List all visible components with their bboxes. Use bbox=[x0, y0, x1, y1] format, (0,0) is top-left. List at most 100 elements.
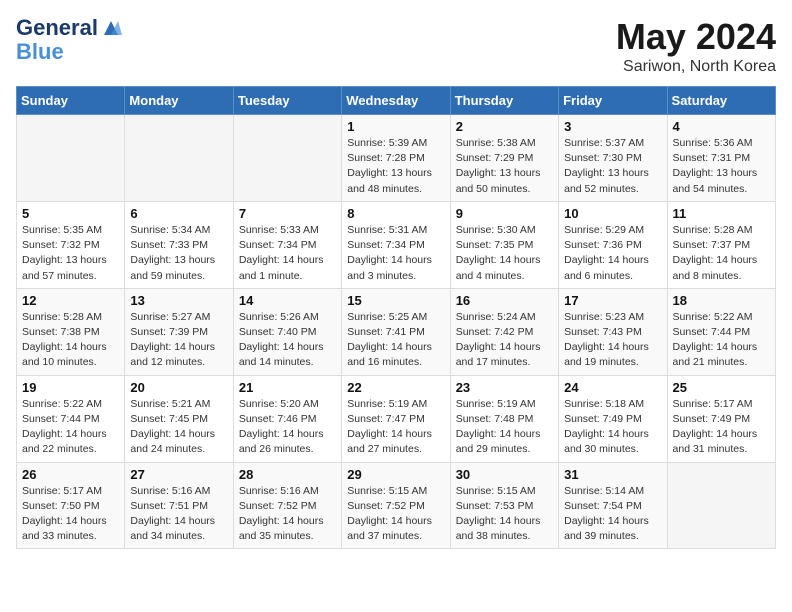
day-cell: 16 Sunrise: 5:24 AMSunset: 7:42 PMDayligh… bbox=[450, 288, 558, 375]
logo: General Blue bbox=[16, 16, 122, 64]
day-number: 19 bbox=[22, 380, 119, 395]
col-header-thursday: Thursday bbox=[450, 87, 558, 115]
day-number: 2 bbox=[456, 119, 553, 134]
day-cell: 21 Sunrise: 5:20 AMSunset: 7:46 PMDayligh… bbox=[233, 375, 341, 462]
day-cell: 25 Sunrise: 5:17 AMSunset: 7:49 PMDayligh… bbox=[667, 375, 775, 462]
day-info: Sunrise: 5:30 AMSunset: 7:35 PMDaylight:… bbox=[456, 223, 553, 284]
day-cell: 29 Sunrise: 5:15 AMSunset: 7:52 PMDayligh… bbox=[342, 462, 450, 549]
day-number: 31 bbox=[564, 467, 661, 482]
day-number: 29 bbox=[347, 467, 444, 482]
col-header-monday: Monday bbox=[125, 87, 233, 115]
day-cell bbox=[233, 115, 341, 202]
logo-text-general: General bbox=[16, 16, 98, 40]
logo-icon bbox=[100, 17, 122, 39]
day-cell: 22Sunrise: 5:19 AMSunset: 7:47 PMDayligh… bbox=[342, 375, 450, 462]
col-header-saturday: Saturday bbox=[667, 87, 775, 115]
day-info: Sunrise: 5:18 AMSunset: 7:49 PMDaylight:… bbox=[564, 397, 661, 458]
header: General Blue May 2024 Sariwon, North Kor… bbox=[16, 16, 776, 76]
day-cell: 5 Sunrise: 5:35 AMSunset: 7:32 PMDaylight… bbox=[17, 201, 125, 288]
day-info: Sunrise: 5:28 AMSunset: 7:38 PMDaylight:… bbox=[22, 310, 119, 371]
day-number: 22 bbox=[347, 380, 444, 395]
day-number: 16 bbox=[456, 293, 553, 308]
calendar-header-row: SundayMondayTuesdayWednesdayThursdayFrid… bbox=[17, 87, 776, 115]
day-number: 18 bbox=[673, 293, 770, 308]
day-info: Sunrise: 5:20 AMSunset: 7:46 PMDaylight:… bbox=[239, 397, 336, 458]
day-cell: 27 Sunrise: 5:16 AMSunset: 7:51 PMDayligh… bbox=[125, 462, 233, 549]
day-number: 13 bbox=[130, 293, 227, 308]
day-cell: 12 Sunrise: 5:28 AMSunset: 7:38 PMDayligh… bbox=[17, 288, 125, 375]
day-number: 5 bbox=[22, 206, 119, 221]
day-info: Sunrise: 5:19 AMSunset: 7:48 PMDaylight:… bbox=[456, 397, 553, 458]
day-cell: 14 Sunrise: 5:26 AMSunset: 7:40 PMDayligh… bbox=[233, 288, 341, 375]
day-info: Sunrise: 5:25 AMSunset: 7:41 PMDaylight:… bbox=[347, 310, 444, 371]
day-info: Sunrise: 5:22 AMSunset: 7:44 PMDaylight:… bbox=[22, 397, 119, 458]
day-cell: 2Sunrise: 5:38 AMSunset: 7:29 PMDaylight… bbox=[450, 115, 558, 202]
day-cell bbox=[17, 115, 125, 202]
day-cell: 6 Sunrise: 5:34 AMSunset: 7:33 PMDaylight… bbox=[125, 201, 233, 288]
day-cell: 17 Sunrise: 5:23 AMSunset: 7:43 PMDayligh… bbox=[559, 288, 667, 375]
day-info: Sunrise: 5:26 AMSunset: 7:40 PMDaylight:… bbox=[239, 310, 336, 371]
day-info: Sunrise: 5:15 AMSunset: 7:53 PMDaylight:… bbox=[456, 484, 553, 545]
day-number: 27 bbox=[130, 467, 227, 482]
day-cell: 8 Sunrise: 5:31 AMSunset: 7:34 PMDaylight… bbox=[342, 201, 450, 288]
day-cell: 9 Sunrise: 5:30 AMSunset: 7:35 PMDaylight… bbox=[450, 201, 558, 288]
day-number: 14 bbox=[239, 293, 336, 308]
day-info: Sunrise: 5:23 AMSunset: 7:43 PMDaylight:… bbox=[564, 310, 661, 371]
day-cell: 3Sunrise: 5:37 AMSunset: 7:30 PMDaylight… bbox=[559, 115, 667, 202]
day-number: 12 bbox=[22, 293, 119, 308]
day-number: 4 bbox=[673, 119, 770, 134]
day-info: Sunrise: 5:17 AMSunset: 7:49 PMDaylight:… bbox=[673, 397, 770, 458]
day-info: Sunrise: 5:15 AMSunset: 7:52 PMDaylight:… bbox=[347, 484, 444, 545]
col-header-friday: Friday bbox=[559, 87, 667, 115]
day-number: 28 bbox=[239, 467, 336, 482]
day-cell: 24 Sunrise: 5:18 AMSunset: 7:49 PMDayligh… bbox=[559, 375, 667, 462]
day-cell: 20 Sunrise: 5:21 AMSunset: 7:45 PMDayligh… bbox=[125, 375, 233, 462]
day-number: 20 bbox=[130, 380, 227, 395]
day-number: 10 bbox=[564, 206, 661, 221]
day-number: 15 bbox=[347, 293, 444, 308]
day-number: 17 bbox=[564, 293, 661, 308]
day-cell: 1 Sunrise: 5:39 AMSunset: 7:28 PMDaylight… bbox=[342, 115, 450, 202]
day-number: 9 bbox=[456, 206, 553, 221]
day-info: Sunrise: 5:17 AMSunset: 7:50 PMDaylight:… bbox=[22, 484, 119, 545]
day-cell: 30 Sunrise: 5:15 AMSunset: 7:53 PMDayligh… bbox=[450, 462, 558, 549]
col-header-tuesday: Tuesday bbox=[233, 87, 341, 115]
day-info: Sunrise: 5:14 AMSunset: 7:54 PMDaylight:… bbox=[564, 484, 661, 545]
day-number: 1 bbox=[347, 119, 444, 134]
day-info: Sunrise: 5:34 AMSunset: 7:33 PMDaylight:… bbox=[130, 223, 227, 284]
week-row-4: 19 Sunrise: 5:22 AMSunset: 7:44 PMDayligh… bbox=[17, 375, 776, 462]
day-cell: 31 Sunrise: 5:14 AMSunset: 7:54 PMDayligh… bbox=[559, 462, 667, 549]
day-number: 25 bbox=[673, 380, 770, 395]
day-info: Sunrise: 5:16 AMSunset: 7:51 PMDaylight:… bbox=[130, 484, 227, 545]
day-number: 11 bbox=[673, 206, 770, 221]
day-info: Sunrise: 5:24 AMSunset: 7:42 PMDaylight:… bbox=[456, 310, 553, 371]
day-cell: 13 Sunrise: 5:27 AMSunset: 7:39 PMDayligh… bbox=[125, 288, 233, 375]
page: General Blue May 2024 Sariwon, North Kor… bbox=[0, 0, 792, 565]
day-info: Sunrise: 5:28 AMSunset: 7:37 PMDaylight:… bbox=[673, 223, 770, 284]
logo-text-blue: Blue bbox=[16, 40, 122, 64]
day-number: 21 bbox=[239, 380, 336, 395]
day-info: Sunrise: 5:27 AMSunset: 7:39 PMDaylight:… bbox=[130, 310, 227, 371]
day-info: Sunrise: 5:35 AMSunset: 7:32 PMDaylight:… bbox=[22, 223, 119, 284]
day-number: 6 bbox=[130, 206, 227, 221]
day-info: Sunrise: 5:21 AMSunset: 7:45 PMDaylight:… bbox=[130, 397, 227, 458]
day-cell: 15 Sunrise: 5:25 AMSunset: 7:41 PMDayligh… bbox=[342, 288, 450, 375]
week-row-1: 1 Sunrise: 5:39 AMSunset: 7:28 PMDaylight… bbox=[17, 115, 776, 202]
day-info: Sunrise: 5:31 AMSunset: 7:34 PMDaylight:… bbox=[347, 223, 444, 284]
day-info: Sunrise: 5:29 AMSunset: 7:36 PMDaylight:… bbox=[564, 223, 661, 284]
subtitle: Sariwon, North Korea bbox=[616, 58, 776, 76]
day-info: Sunrise: 5:36 AMSunset: 7:31 PMDaylight:… bbox=[673, 136, 770, 197]
day-info: Sunrise: 5:16 AMSunset: 7:52 PMDaylight:… bbox=[239, 484, 336, 545]
day-cell: 18Sunrise: 5:22 AMSunset: 7:44 PMDayligh… bbox=[667, 288, 775, 375]
day-cell: 11 Sunrise: 5:28 AMSunset: 7:37 PMDayligh… bbox=[667, 201, 775, 288]
col-header-sunday: Sunday bbox=[17, 87, 125, 115]
day-info: Sunrise: 5:39 AMSunset: 7:28 PMDaylight:… bbox=[347, 136, 444, 197]
day-number: 23 bbox=[456, 380, 553, 395]
day-cell: 23 Sunrise: 5:19 AMSunset: 7:48 PMDayligh… bbox=[450, 375, 558, 462]
day-cell: 4 Sunrise: 5:36 AMSunset: 7:31 PMDaylight… bbox=[667, 115, 775, 202]
day-cell bbox=[125, 115, 233, 202]
day-number: 30 bbox=[456, 467, 553, 482]
day-cell: 28 Sunrise: 5:16 AMSunset: 7:52 PMDayligh… bbox=[233, 462, 341, 549]
day-number: 24 bbox=[564, 380, 661, 395]
day-number: 8 bbox=[347, 206, 444, 221]
